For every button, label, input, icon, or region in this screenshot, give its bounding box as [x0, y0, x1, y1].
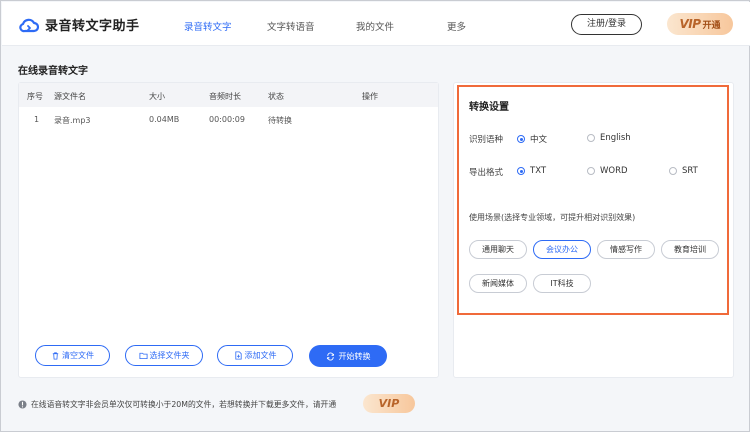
- radio-dot: [517, 167, 525, 175]
- clear-files-button[interactable]: 清空文件: [35, 345, 110, 366]
- notice-text: 在线语音转文字非会员单次仅可转换小于20M的文件，若想转换并下载更多文件，请开通: [31, 400, 337, 409]
- col-filename: 源文件名: [54, 92, 86, 101]
- notice-vip-button[interactable]: VIP: [363, 394, 415, 413]
- col-status: 状态: [268, 92, 284, 101]
- radio-dot: [587, 167, 595, 175]
- app-logo[interactable]: 录音转文字助手: [19, 15, 140, 34]
- scene-chip-meeting[interactable]: 会议办公: [533, 240, 591, 259]
- scene-chip-news[interactable]: 新闻媒体: [469, 274, 527, 293]
- radio-format-srt[interactable]: SRT: [669, 166, 698, 176]
- scene-chip-writing[interactable]: 情感写作: [597, 240, 655, 259]
- radio-label: English: [600, 133, 631, 143]
- radio-language-chinese[interactable]: 中文: [517, 133, 547, 145]
- page-title: 在线录音转文字: [18, 66, 88, 77]
- radio-language-english[interactable]: English: [587, 133, 631, 143]
- col-action: 操作: [362, 92, 378, 101]
- col-size: 大小: [149, 92, 165, 101]
- settings-title: 转换设置: [469, 102, 509, 113]
- nav-text-to-speech[interactable]: 文字转语音: [267, 19, 315, 33]
- login-register-button[interactable]: 注册/登录: [571, 14, 642, 35]
- radio-label: WORD: [600, 166, 628, 176]
- format-label: 导出格式: [469, 168, 504, 178]
- vip-open-text: 开通: [702, 20, 721, 31]
- add-file-label: 添加文件: [244, 351, 277, 360]
- vip-badge-text: VIP: [679, 17, 701, 31]
- row-duration: 00:00:09: [209, 115, 245, 124]
- start-convert-label: 开始转换: [338, 351, 371, 361]
- clear-files-label: 清空文件: [62, 351, 94, 360]
- nav-my-files[interactable]: 我的文件: [356, 19, 394, 33]
- col-index: 序号: [27, 92, 43, 101]
- radio-dot: [587, 134, 595, 142]
- cloud-logo-icon: [19, 18, 39, 32]
- select-folder-button[interactable]: 选择文件夹: [125, 345, 203, 366]
- radio-dot: [669, 167, 677, 175]
- app-name: 录音转文字助手: [45, 19, 140, 34]
- convert-icon: [326, 352, 334, 360]
- member-notice: 在线语音转文字非会员单次仅可转换小于20M的文件，若想转换并下载更多文件，请开通: [18, 399, 336, 410]
- add-file-button[interactable]: 添加文件: [217, 345, 293, 366]
- radio-label: TXT: [530, 166, 547, 176]
- top-navigation-bar: 录音转文字助手 录音转文字 文字转语音 我的文件 更多 注册/登录 VIP 开通: [2, 2, 750, 46]
- row-index: 1: [34, 115, 40, 124]
- start-convert-button[interactable]: 开始转换: [309, 345, 387, 367]
- row-status: 待转换: [268, 116, 292, 125]
- file-table-header: 序号 源文件名 大小 音频时长 状态 操作: [19, 83, 438, 107]
- scene-chip-it[interactable]: IT科技: [533, 274, 591, 293]
- radio-label: SRT: [682, 166, 698, 176]
- select-folder-label: 选择文件夹: [149, 351, 190, 360]
- nav-more[interactable]: 更多: [447, 19, 466, 33]
- col-duration: 音频时长: [209, 92, 241, 101]
- scene-chip-chat[interactable]: 通用聊天: [469, 240, 527, 259]
- scene-label: 使用场景(选择专业领域，可提升相对识别效果): [469, 213, 636, 222]
- info-icon: [18, 400, 27, 409]
- radio-dot: [517, 135, 525, 143]
- radio-format-txt[interactable]: TXT: [517, 166, 546, 176]
- add-file-icon: [234, 351, 242, 360]
- language-label: 识别语种: [469, 135, 504, 145]
- notice-vip-label: VIP: [378, 397, 400, 410]
- scene-chip-education[interactable]: 教育培训: [661, 240, 719, 259]
- app-window: 录音转文字助手 录音转文字 文字转语音 我的文件 更多 注册/登录 VIP 开通…: [0, 0, 750, 432]
- conversion-settings-box: 转换设置 识别语种 中文 English 导出格式 TXT WORD SRT 使…: [457, 85, 729, 315]
- folder-icon: [138, 352, 148, 360]
- vip-open-button[interactable]: VIP 开通: [667, 13, 733, 35]
- file-list-panel: 序号 源文件名 大小 音频时长 状态 操作 1 录音.mp3 0.04MB 00…: [18, 82, 439, 378]
- row-size: 0.04MB: [149, 115, 180, 124]
- radio-format-word[interactable]: WORD: [587, 166, 628, 176]
- row-filename: 录音.mp3: [54, 116, 91, 125]
- trash-icon: [52, 352, 59, 360]
- radio-label: 中文: [530, 135, 548, 145]
- nav-speech-to-text[interactable]: 录音转文字: [184, 19, 232, 33]
